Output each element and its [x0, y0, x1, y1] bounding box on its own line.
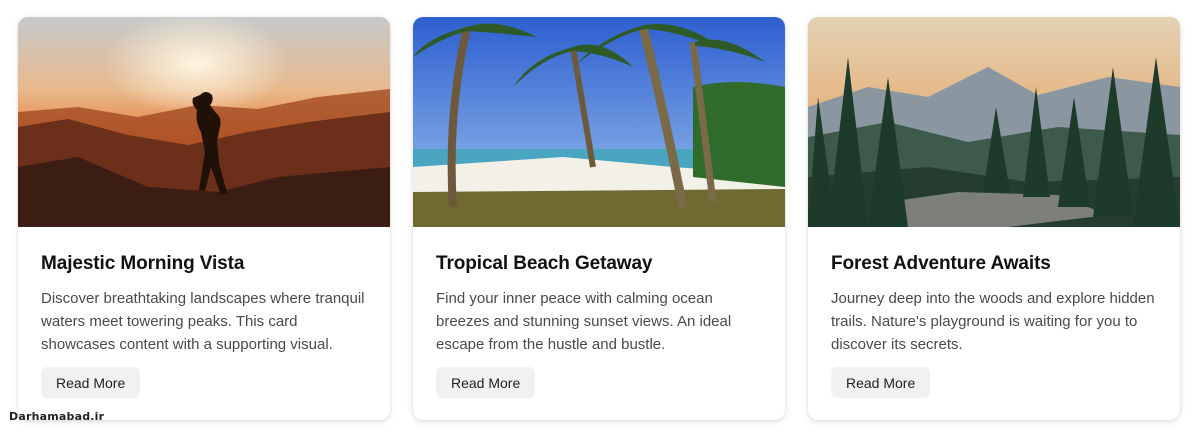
mountain-sunrise-image [18, 17, 390, 227]
card-description: Journey deep into the woods and explore … [831, 290, 1155, 353]
card-title: Majestic Morning Vista [41, 253, 245, 274]
card-body: Forest Adventure Awaits Journey deep int… [808, 227, 1180, 356]
card-description: Find your inner peace with calming ocean… [436, 290, 732, 353]
card-body: Tropical Beach Getaway Find your inner p… [413, 227, 785, 356]
forest-mountains-image [808, 17, 1180, 227]
tropical-beach-image [413, 17, 785, 227]
read-more-button[interactable]: Read More [831, 367, 931, 398]
card-description: Discover breathtaking landscapes where t… [41, 290, 365, 353]
read-more-button[interactable]: Read More [41, 367, 141, 398]
card-forest: Forest Adventure Awaits Journey deep int… [808, 17, 1180, 420]
card-mountain: Majestic Morning Vista Discover breathta… [18, 17, 390, 420]
card-title: Forest Adventure Awaits [831, 253, 1051, 274]
watermark-text: Darhamabad.ir [9, 410, 105, 423]
card-body: Majestic Morning Vista Discover breathta… [18, 227, 390, 356]
read-more-button[interactable]: Read More [436, 367, 536, 398]
card-beach: Tropical Beach Getaway Find your inner p… [413, 17, 785, 420]
card-grid: Majestic Morning Vista Discover breathta… [18, 17, 1180, 420]
card-title: Tropical Beach Getaway [436, 253, 653, 274]
